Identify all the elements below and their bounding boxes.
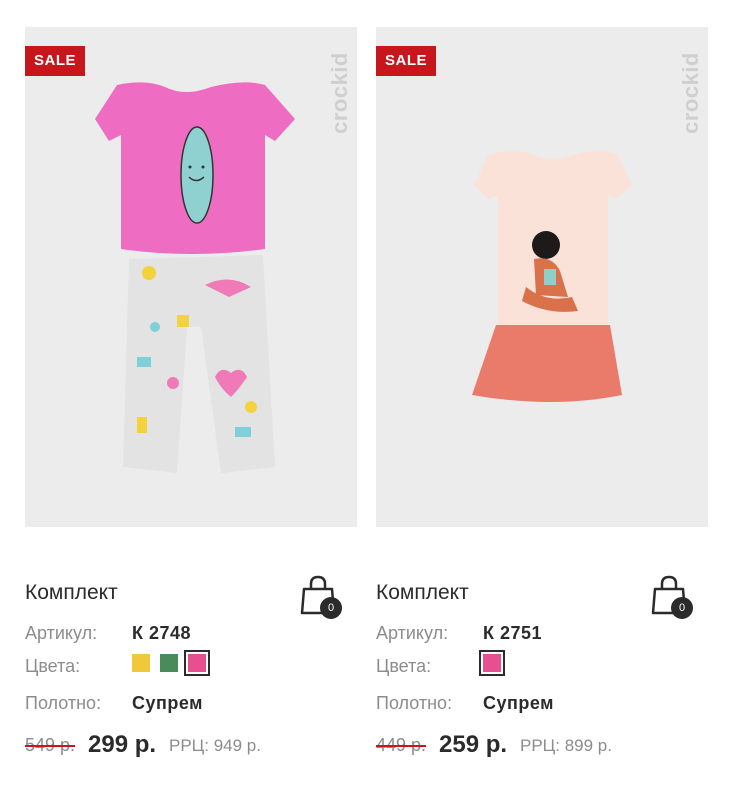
sale-badge: SALE [376, 46, 437, 76]
color-swatches [132, 650, 210, 676]
fabric-label: Полотно: [376, 693, 453, 713]
fabric-row: Полотно: Супрем [25, 693, 202, 714]
fabric-value: Супрем [483, 693, 554, 713]
sale-badge: SALE [25, 46, 86, 76]
fabric-row: Полотно: Супрем [376, 693, 553, 714]
article-label: Артикул: [25, 623, 98, 643]
article-row: Артикул: К 2751 [376, 623, 542, 644]
product-name[interactable]: Комплект [376, 581, 469, 605]
brand-logo: crockid [327, 52, 352, 134]
colors-row: Цвета: [25, 650, 210, 677]
colors-label: Цвета: [376, 656, 432, 676]
product-photo-set-peach [472, 151, 632, 402]
article-row: Артикул: К 2748 [25, 623, 191, 644]
cart-count-badge: 0 [320, 597, 342, 619]
article-label: Артикул: [376, 623, 449, 643]
add-to-cart-button[interactable]: 0 [300, 575, 346, 623]
product-photo-set-pink [95, 82, 295, 473]
article-value: К 2748 [132, 623, 192, 643]
product-image[interactable]: SALE crockid [25, 27, 357, 527]
product-card[interactable]: SALE crockid Комплект 0 Артикул: К 2748 … [25, 27, 357, 758]
fabric-label: Полотно: [25, 693, 102, 713]
add-to-cart-button[interactable]: 0 [651, 575, 697, 623]
color-swatch[interactable] [184, 650, 210, 676]
current-price: 299 р. [88, 731, 157, 758]
fabric-value: Супрем [132, 693, 203, 713]
recommended-price: РРЦ: 949 р. [169, 736, 261, 755]
color-swatch[interactable] [132, 654, 150, 672]
cart-count-badge: 0 [671, 597, 693, 619]
product-image[interactable]: SALE crockid [376, 27, 708, 527]
current-price: 259 р. [439, 731, 508, 758]
product-name[interactable]: Комплект [25, 581, 118, 605]
product-card[interactable]: SALE crockid Комплект 0 Артикул: К 2751 … [376, 27, 708, 758]
color-swatches [479, 650, 505, 676]
color-swatch[interactable] [479, 650, 505, 676]
color-swatch[interactable] [160, 654, 178, 672]
article-value: К 2751 [483, 623, 543, 643]
old-price: 449 р. [376, 735, 427, 755]
old-price: 549 р. [25, 735, 76, 755]
colors-row: Цвета: [376, 650, 505, 677]
recommended-price: РРЦ: 899 р. [520, 736, 612, 755]
brand-logo: crockid [678, 52, 703, 134]
colors-label: Цвета: [25, 656, 81, 676]
